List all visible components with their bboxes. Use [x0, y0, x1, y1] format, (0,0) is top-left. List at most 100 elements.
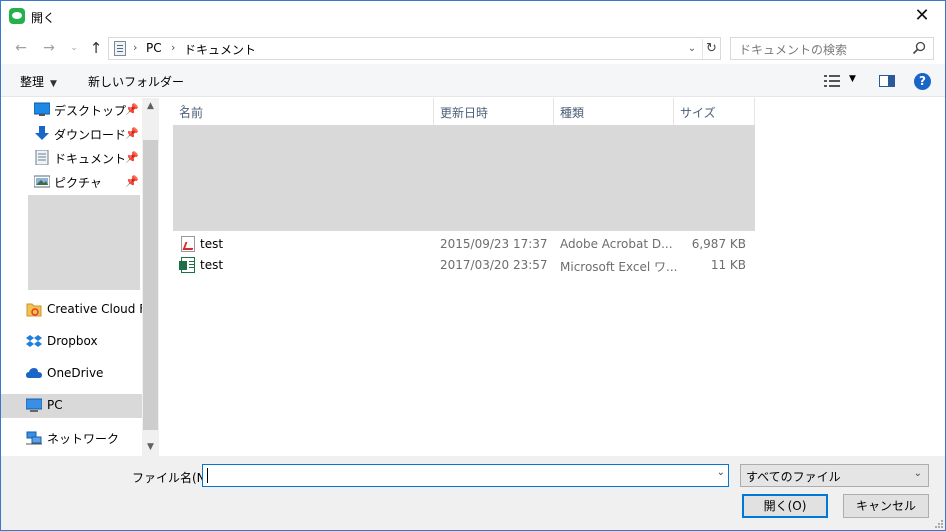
- sidebar-item-creative-cloud[interactable]: Creative Cloud File: [1, 298, 159, 322]
- sidebar-item-documents[interactable]: ドキュメント 📌: [1, 146, 142, 170]
- help-icon[interactable]: ?: [914, 73, 931, 90]
- navigation-pane: デスクトップ 📌 ダウンロード 📌 ドキュメント 📌 ピクチャ 📌 Creati…: [1, 98, 159, 456]
- sidebar-item-label: Dropbox: [47, 334, 98, 348]
- back-button[interactable]: ←: [11, 38, 31, 58]
- column-header-label: 更新日時: [440, 106, 489, 120]
- sidebar-item-dropbox[interactable]: Dropbox: [1, 330, 142, 354]
- navigation-bar: ← → ⌄ ↑ › PC › ドキュメント ⌄ ↻ ドキュメントの検索: [1, 32, 945, 64]
- file-type-select[interactable]: すべてのファイル ⌄: [740, 464, 929, 487]
- file-type-value: すべてのファイル: [746, 470, 841, 484]
- sidebar-item-label: ダウンロード: [54, 128, 127, 142]
- documents-location-icon: [114, 41, 126, 56]
- chevron-down-icon: ⌄: [687, 43, 697, 54]
- chevron-down-icon[interactable]: ⌄: [717, 467, 725, 478]
- title-bar: 開く ✕: [1, 1, 945, 32]
- view-dropdown-button[interactable]: ▼: [849, 74, 856, 84]
- file-list: 名前 ⌃ 更新日時 種類 サイズ test 2015/09/23 17:37 A…: [159, 98, 945, 456]
- chevron-up-icon: ▲: [147, 101, 154, 111]
- text-caret: [207, 468, 208, 483]
- column-header-name[interactable]: 名前 ⌃: [173, 98, 434, 125]
- sidebar-item-label: OneDrive: [47, 366, 104, 380]
- pin-icon[interactable]: 📌: [125, 103, 139, 116]
- sidebar-item-pictures[interactable]: ピクチャ 📌: [1, 170, 142, 194]
- chevron-right-icon: ›: [171, 41, 176, 54]
- refresh-icon: ↻: [706, 41, 717, 56]
- new-folder-button[interactable]: 新しいフォルダー: [88, 73, 184, 90]
- pictures-icon: [34, 175, 50, 188]
- column-header-label: サイズ: [680, 106, 716, 120]
- sidebar-item-desktop[interactable]: デスクトップ 📌: [1, 98, 142, 122]
- address-dropdown-button[interactable]: ⌄: [684, 40, 700, 58]
- redacted-area: [173, 125, 755, 231]
- organize-label: 整理: [20, 75, 45, 89]
- pc-icon: [26, 398, 42, 412]
- navigation-scrollbar[interactable]: ▲ ▼: [142, 98, 159, 456]
- excel-file-icon: [179, 257, 195, 273]
- dialog-footer: ファイル名(N): ⌄ すべてのファイル ⌄ 開く(O) キャンセル: [1, 456, 945, 530]
- file-size: 6,987 KB: [691, 237, 746, 251]
- chevron-right-icon: ›: [133, 41, 138, 54]
- cancel-button[interactable]: キャンセル: [843, 494, 929, 518]
- search-icon[interactable]: [912, 41, 926, 55]
- file-name: test: [200, 258, 224, 272]
- window-title: 開く: [31, 11, 56, 25]
- chevron-down-icon: ⌄: [70, 43, 78, 53]
- chevron-down-icon: ▼: [50, 79, 57, 89]
- sidebar-item-onedrive[interactable]: OneDrive: [1, 362, 142, 386]
- resize-grip-icon[interactable]: [933, 518, 943, 528]
- table-row[interactable]: test 2017/03/20 23:57 Microsoft Excel ワ.…: [173, 255, 755, 276]
- column-header-size[interactable]: サイズ: [674, 98, 755, 125]
- forward-button[interactable]: →: [39, 38, 59, 58]
- desktop-icon: [34, 102, 50, 116]
- view-options-icon[interactable]: [824, 75, 840, 87]
- creative-cloud-icon: [26, 303, 42, 317]
- search-input[interactable]: ドキュメントの検索: [730, 37, 934, 60]
- scrollbar-thumb[interactable]: [143, 140, 158, 430]
- line-app-icon: [9, 8, 25, 24]
- dropbox-icon: [26, 335, 42, 347]
- column-header-label: 種類: [560, 106, 585, 120]
- column-header-type[interactable]: 種類: [554, 98, 674, 125]
- refresh-button[interactable]: ↻: [702, 39, 720, 59]
- recent-locations-button[interactable]: ⌄: [64, 38, 84, 58]
- scroll-down-button[interactable]: ▼: [142, 439, 159, 456]
- breadcrumb-pc[interactable]: PC: [146, 41, 162, 55]
- chevron-down-icon: ▼: [849, 74, 856, 84]
- filename-input[interactable]: ⌄: [202, 464, 729, 487]
- chevron-down-icon: ▼: [147, 442, 154, 452]
- command-bar: 整理 ▼ 新しいフォルダー ▼ ?: [1, 64, 945, 97]
- sidebar-item-label: ドキュメント: [54, 152, 127, 166]
- close-button[interactable]: ✕: [899, 1, 945, 31]
- scroll-up-button[interactable]: ▲: [142, 98, 159, 115]
- organize-button[interactable]: 整理 ▼: [20, 73, 57, 90]
- file-type: Adobe Acrobat D...: [560, 237, 673, 251]
- file-modified: 2015/09/23 17:37: [440, 237, 548, 251]
- onedrive-icon: [26, 368, 42, 378]
- sidebar-item-label: PC: [47, 398, 63, 412]
- file-type: Microsoft Excel ワ...: [560, 260, 678, 274]
- preview-pane-icon[interactable]: [879, 75, 895, 87]
- network-icon: [26, 431, 42, 445]
- file-size: 11 KB: [710, 258, 746, 272]
- table-row[interactable]: test 2015/09/23 17:37 Adobe Acrobat D...…: [173, 234, 755, 255]
- redacted-area: [28, 195, 140, 290]
- sort-ascending-icon: ⌃: [179, 104, 188, 115]
- file-name: test: [200, 237, 224, 251]
- sidebar-item-label: デスクトップ: [54, 104, 127, 118]
- pin-icon[interactable]: 📌: [125, 151, 139, 164]
- pin-icon[interactable]: 📌: [125, 127, 139, 140]
- column-header-modified[interactable]: 更新日時: [434, 98, 554, 125]
- address-bar[interactable]: › PC › ドキュメント ⌄ ↻: [108, 37, 721, 60]
- open-button[interactable]: 開く(O): [742, 494, 828, 518]
- sidebar-item-network[interactable]: ネットワーク: [1, 426, 142, 450]
- arrow-left-icon: ←: [15, 40, 27, 56]
- file-modified: 2017/03/20 23:57: [440, 258, 548, 272]
- up-button[interactable]: ↑: [86, 38, 106, 58]
- open-file-dialog: 開く ✕ ← → ⌄ ↑ › PC › ドキュメント ⌄ ↻ ドキュメントの検索…: [0, 0, 946, 531]
- document-icon: [35, 150, 49, 165]
- sidebar-item-downloads[interactable]: ダウンロード 📌: [1, 122, 142, 146]
- breadcrumb-documents[interactable]: ドキュメント: [184, 41, 256, 58]
- sidebar-item-label: ピクチャ: [54, 176, 102, 190]
- sidebar-item-pc[interactable]: PC: [1, 394, 142, 418]
- pin-icon[interactable]: 📌: [125, 175, 139, 188]
